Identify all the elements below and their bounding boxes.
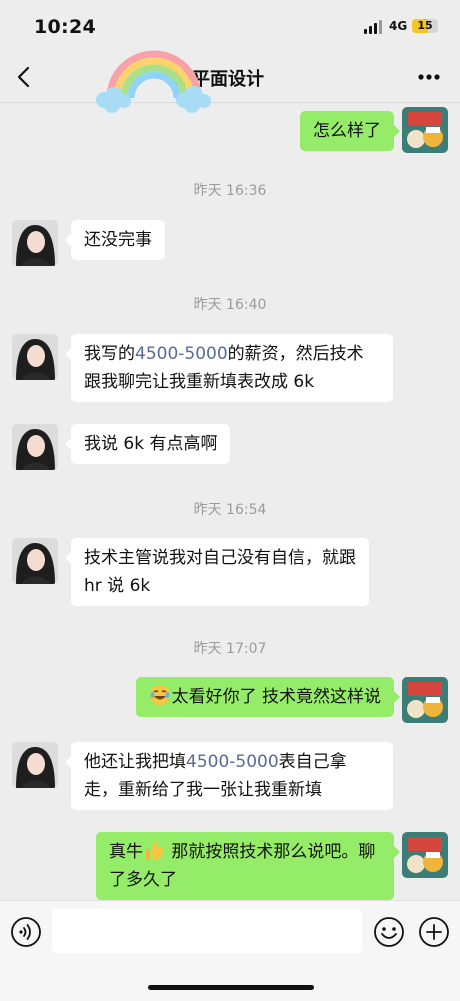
contact-avatar[interactable] (12, 424, 58, 470)
message-text: 怎么样了 (313, 121, 381, 141)
contact-avatar[interactable] (12, 538, 58, 584)
message-text: 真牛 (109, 842, 143, 862)
thumbs-up-icon (146, 841, 164, 859)
my-avatar[interactable] (402, 832, 448, 878)
voice-icon[interactable] (10, 916, 42, 948)
battery-level: 15 (417, 19, 433, 32)
network-type: 4G (389, 19, 408, 33)
message-text: 太看好你了 技术竟然这样说 (171, 687, 381, 707)
back-arrow-icon[interactable] (14, 64, 36, 90)
my-avatar[interactable] (402, 107, 448, 153)
message-list[interactable]: 怎么样了 昨天 16:36 还没完事 昨天 16:40 我写的4500-5000… (0, 103, 460, 900)
home-indicator (148, 985, 314, 990)
message-bubble-received[interactable]: 技术主管说我对自己没有自信，就跟 hr 说 6k (65, 538, 369, 606)
message-bubble-received[interactable]: 他还让我把填4500-5000表自己拿走，重新给了我一张让我重新填 (65, 742, 393, 810)
signal-icon (364, 20, 384, 34)
message-bubble-received[interactable]: 还没完事 (65, 220, 165, 260)
my-avatar[interactable] (402, 677, 448, 723)
message-text: 他还让我把填 (84, 752, 186, 772)
message-text: 还没完事 (84, 230, 152, 250)
plus-icon[interactable] (418, 916, 450, 948)
more-options-icon[interactable] (414, 66, 444, 88)
contact-avatar[interactable] (12, 334, 58, 380)
message-text: 技术主管说我对自己没有自信，就跟 hr 说 6k (84, 548, 356, 596)
timestamp: 昨天 16:36 (193, 183, 267, 199)
message-bubble-sent[interactable]: 太看好你了 技术竟然这样说 (135, 677, 401, 717)
message-bubble-sent[interactable]: 怎么样了 (300, 111, 400, 151)
timestamp: 昨天 16:54 (193, 502, 267, 518)
crying-laughing-emoji-icon (149, 685, 170, 705)
message-text: 我说 6k 有点高啊 (84, 434, 218, 454)
timestamp: 昨天 16:40 (193, 297, 267, 313)
sticker-icon[interactable] (373, 916, 405, 948)
timestamp: 昨天 17:07 (193, 641, 267, 657)
message-bubble-sent[interactable]: 真牛 那就按照技术那么说吧。聊了多久了 (96, 832, 400, 900)
message-bubble-received[interactable]: 我说 6k 有点高啊 (64, 424, 231, 464)
message-input[interactable] (52, 909, 362, 953)
message-text: 我写的 (84, 344, 135, 364)
chat-header: 辰平面设计 (0, 52, 460, 103)
status-time: 10:24 (34, 16, 96, 38)
contact-avatar[interactable] (12, 742, 58, 788)
message-highlight-number[interactable]: 4500-5000 (186, 752, 279, 772)
status-bar: 10:24 4G 15 (0, 0, 460, 52)
battery-icon: 15 (412, 19, 438, 33)
message-highlight-number[interactable]: 4500-5000 (135, 344, 228, 364)
contact-avatar[interactable] (12, 220, 58, 266)
message-bubble-received[interactable]: 我写的4500-5000的薪资，然后技术跟我聊完让我重新填表改成 6k (65, 334, 393, 402)
